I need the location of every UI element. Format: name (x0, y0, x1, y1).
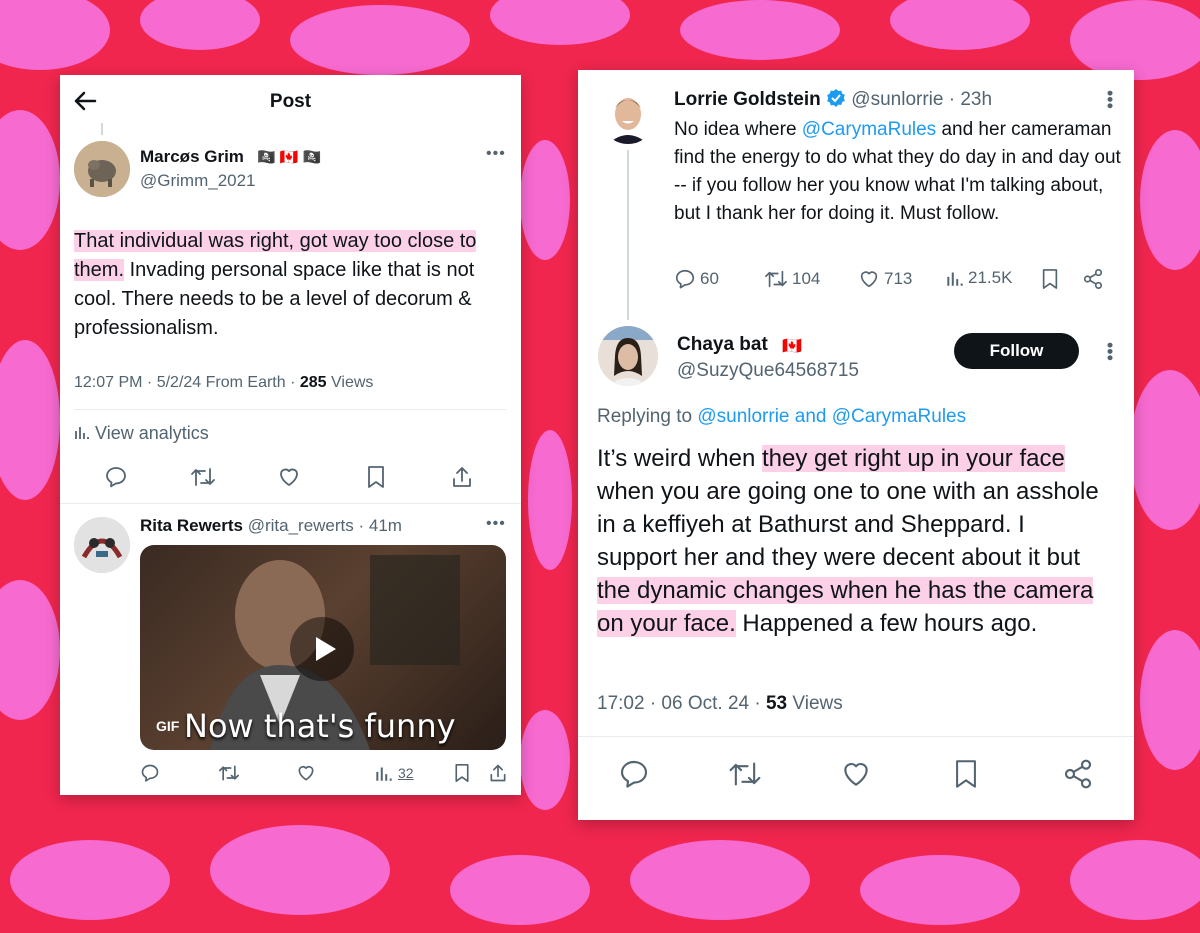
view-analytics-label: View analytics (95, 423, 209, 443)
more-options-icon[interactable]: ••• (1099, 342, 1120, 361)
views-label: Views (787, 693, 843, 714)
gif-badge: GIF (156, 718, 180, 734)
replying-to-links[interactable]: @sunlorrie and @CarymaRules (697, 406, 966, 427)
bookmark-icon[interactable] (952, 758, 980, 790)
right-post-card: Lorrie Goldstein @sunlorrie · 23h ••• No… (578, 70, 1134, 820)
retweet-icon[interactable] (218, 763, 240, 783)
follow-button[interactable]: Follow (954, 333, 1079, 369)
author-flags: 🏴‍☠️ 🇨🇦 🏴‍☠️ (257, 149, 322, 166)
more-options-icon[interactable]: ••• (1099, 90, 1120, 109)
views-count: 285 (299, 374, 327, 391)
divider (578, 736, 1134, 737)
reply-icon (674, 268, 696, 290)
bookmark-icon[interactable] (1040, 268, 1060, 290)
author-name[interactable]: Chaya bat (677, 334, 768, 356)
view-analytics-link[interactable]: View analytics (74, 423, 209, 444)
thread-line (627, 150, 629, 320)
analytics-icon (74, 423, 90, 441)
post-timestamp: 17:02 · 06 Oct. 24 · (597, 693, 766, 714)
retweet-icon[interactable] (190, 465, 216, 489)
left-post-card: Post Marcøs Grim 🏴‍☠️ 🇨🇦 🏴‍☠️ @Grimm_202… (60, 75, 521, 795)
action-bar (60, 465, 521, 491)
like-icon[interactable] (840, 758, 872, 790)
reply-icon[interactable] (104, 465, 128, 489)
bookmark-icon[interactable] (453, 763, 471, 783)
share-icon[interactable] (450, 465, 474, 489)
post-text-rest: Invading personal space like that is not… (74, 259, 475, 339)
replying-prefix: Replying to (597, 406, 698, 427)
reply-action[interactable]: 60 (674, 268, 719, 290)
tweet-text-start: No idea where (674, 119, 802, 140)
verified-badge-icon (826, 88, 846, 108)
views-action[interactable]: 21.5K (946, 268, 1012, 288)
tweet-text-part: Happened a few hours ago. (735, 610, 1038, 637)
avatar[interactable] (598, 326, 658, 386)
reply-icon[interactable] (140, 763, 160, 783)
reply-author[interactable]: Rita Rewerts @rita_rewerts · 41m (140, 516, 402, 536)
post-header: Post (60, 75, 521, 127)
avatar[interactable] (600, 88, 656, 144)
author-flag: 🇨🇦 (782, 338, 802, 355)
avatar[interactable] (74, 141, 130, 197)
reply-author-name: Rita Rewerts (140, 516, 243, 535)
post-meta: 17:02 · 06 Oct. 24 · 53 Views (597, 693, 843, 715)
post-meta: 12:07 PM · 5/2/24 From Earth · 285 Views (74, 374, 373, 392)
more-options-icon[interactable]: ••• (486, 145, 506, 163)
post-timestamp: 12:07 PM · 5/2/24 From Earth · (74, 374, 300, 391)
mention-link[interactable]: @CarymaRules (802, 119, 936, 140)
tweet-text: No idea where @CarymaRules and her camer… (674, 116, 1124, 228)
reply-count: 60 (700, 269, 719, 288)
share-icon[interactable] (1062, 758, 1094, 790)
author-name: Lorrie Goldstein (674, 89, 821, 110)
share-icon[interactable] (1082, 268, 1104, 290)
like-icon (858, 268, 880, 290)
author-handle: @sunlorrie · 23h (846, 89, 993, 110)
like-count: 713 (884, 269, 913, 288)
reply-author-handle: @rita_rewerts · 41m (242, 516, 402, 535)
retweet-icon (764, 268, 788, 290)
divider (74, 409, 506, 410)
reply-icon[interactable] (618, 758, 650, 790)
reply-views-count[interactable]: 32 (398, 765, 414, 781)
gif-media[interactable]: GIF Now that's funny (140, 545, 506, 750)
like-icon[interactable] (277, 465, 301, 489)
bookmark-icon[interactable] (365, 465, 387, 489)
repost-count: 104 (792, 269, 821, 288)
author-handle[interactable]: @Grimm_2021 (140, 171, 256, 191)
views-label: Views (326, 374, 374, 391)
views-count: 53 (765, 693, 788, 714)
share-icon[interactable] (488, 763, 508, 783)
divider (60, 503, 521, 504)
replying-to: Replying to @sunlorrie and @CarymaRules (597, 406, 966, 428)
like-action[interactable]: 713 (858, 268, 912, 290)
views-count: 21.5K (968, 268, 1013, 287)
action-bar (578, 758, 1134, 790)
thread-line (101, 123, 103, 135)
more-options-icon[interactable]: ••• (486, 515, 506, 533)
views-icon (946, 268, 964, 288)
author-handle[interactable]: @SuzyQue64568715 (677, 360, 859, 382)
repost-action[interactable]: 104 (764, 268, 820, 290)
reply-avatar[interactable] (74, 517, 130, 573)
action-bar: 60 104 713 21.5K (578, 268, 1134, 294)
page-title: Post (269, 91, 312, 112)
views-icon[interactable] (374, 763, 394, 783)
post-text: That individual was right, got way too c… (74, 227, 514, 343)
tweet-text-part: when you are going one to one with an as… (597, 478, 1099, 571)
tweet-text-part: It’s weird when (597, 445, 762, 472)
highlighted-text: they get right up in your face (761, 445, 1065, 472)
like-icon[interactable] (296, 763, 316, 783)
tweet-text: It’s weird when they get right up in you… (597, 442, 1107, 640)
play-button[interactable] (290, 617, 354, 681)
reply-action-bar: 32 (60, 763, 521, 785)
author-name[interactable]: Marcøs Grim (140, 147, 244, 167)
tweet-author[interactable]: Lorrie Goldstein @sunlorrie · 23h (674, 88, 992, 111)
gif-caption: Now that's funny (184, 707, 456, 745)
retweet-icon[interactable] (728, 758, 762, 790)
